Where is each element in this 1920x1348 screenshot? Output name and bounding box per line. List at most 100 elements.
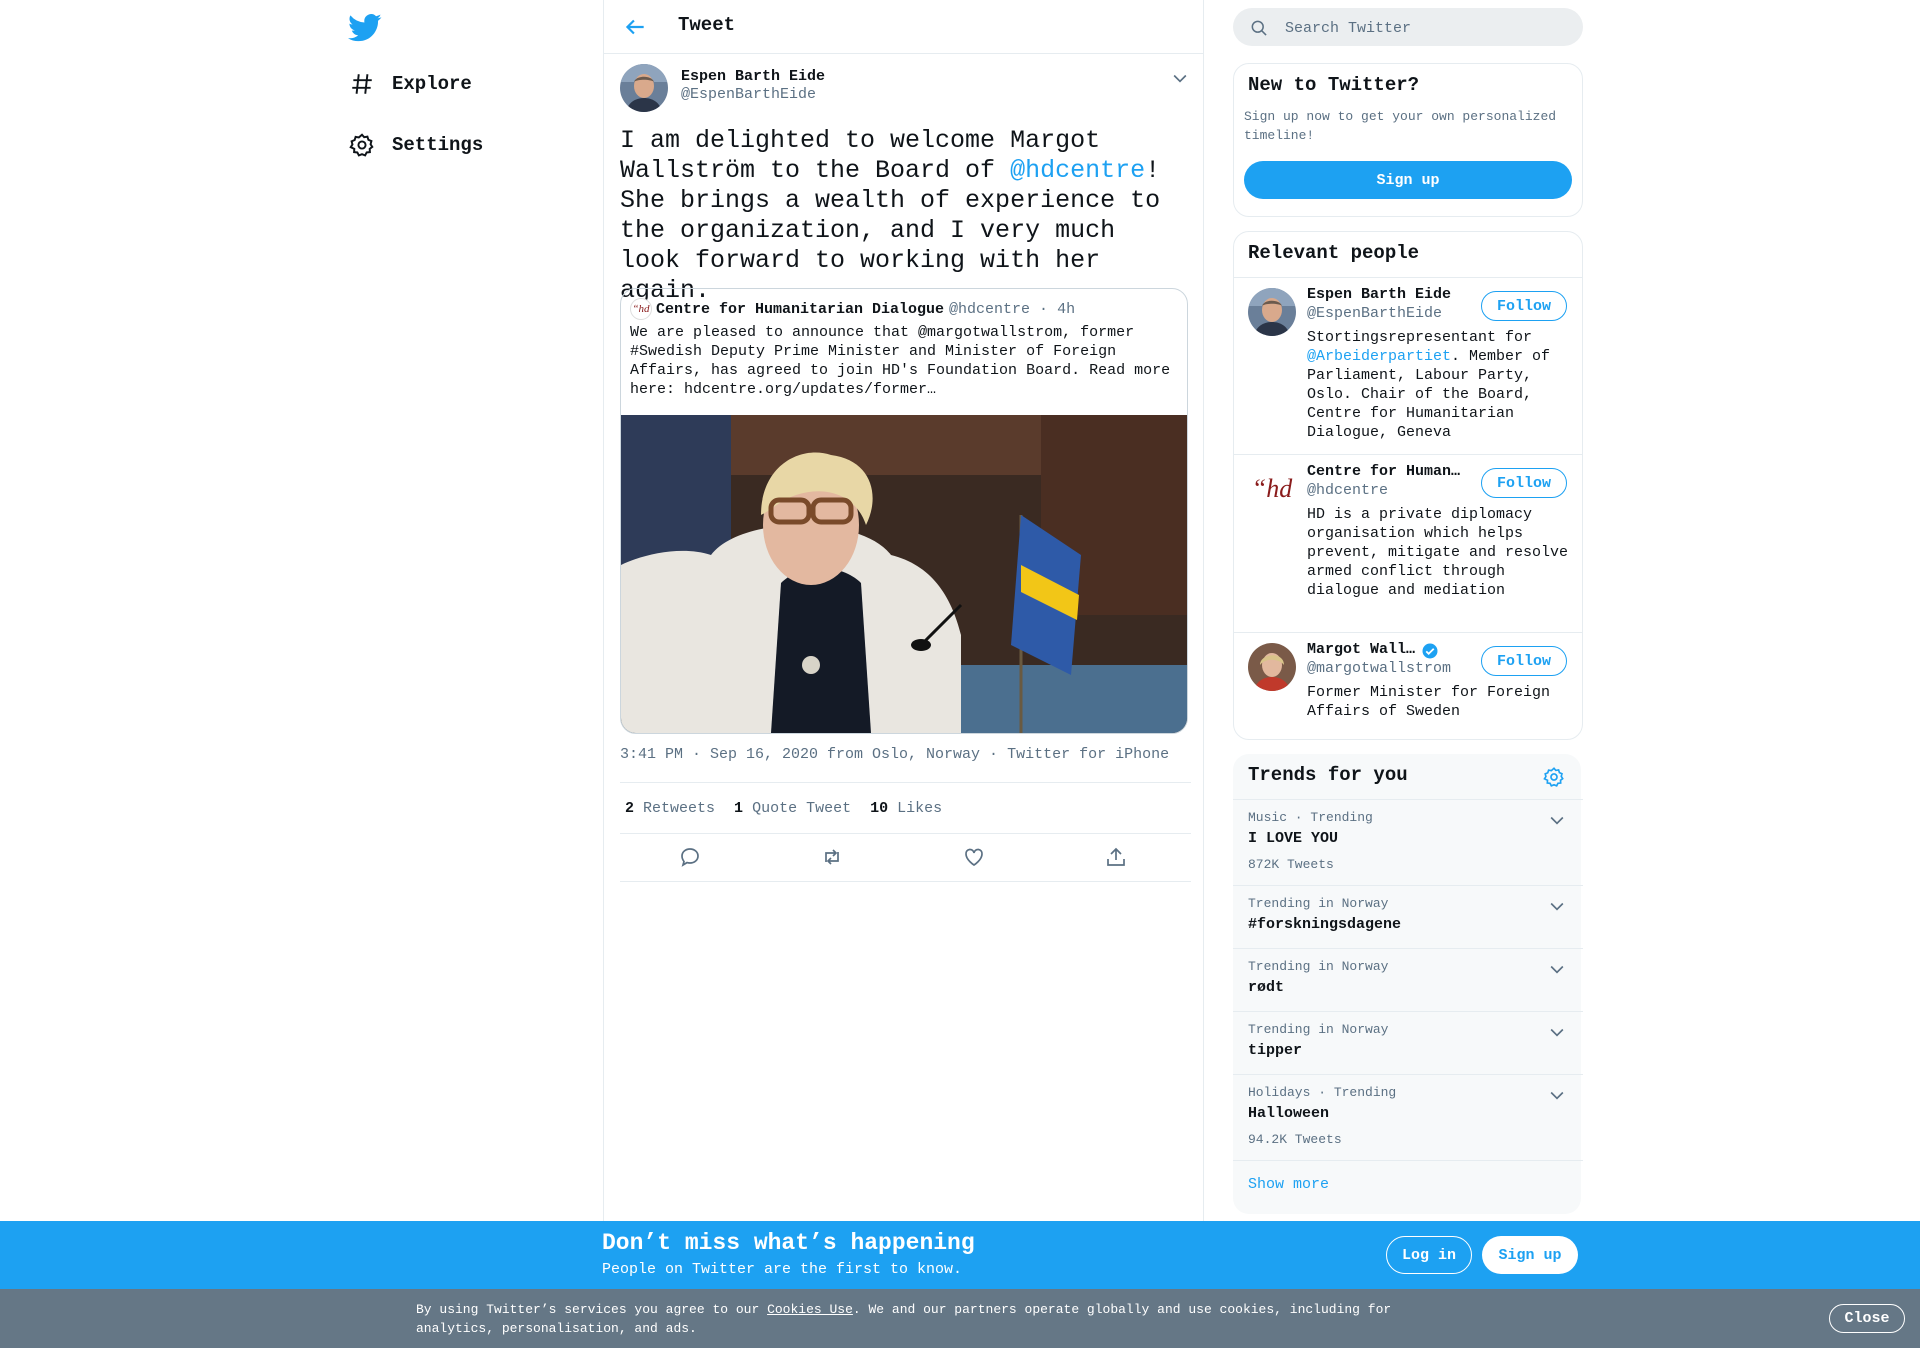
cookie-bar: By using Twitter’s services you agree to…: [0, 1289, 1920, 1348]
quote-handle-time: @hdcentre · 4h: [949, 300, 1076, 318]
trend-name: #forskningsdagene: [1248, 916, 1402, 933]
gear-icon: [348, 131, 376, 159]
quote-author-name: Centre for Humanitarian Dialogue: [656, 300, 945, 318]
follow-button[interactable]: Follow: [1481, 468, 1567, 498]
person-item[interactable]: Espen Barth Eide @EspenBarthEide Follow …: [1234, 277, 1582, 455]
signup-button[interactable]: Sign up: [1482, 1236, 1578, 1274]
tweet-author: Espen Barth Eide @EspenBarthEide: [620, 64, 1190, 114]
tweet-stats: 2 Retweets 1 Quote Tweet 10 Likes: [620, 782, 1191, 834]
likes-count: 10: [870, 799, 889, 817]
column-header: Tweet: [604, 0, 1203, 54]
person-item[interactable]: Margot Wallstr… @margotwallstrom Follow …: [1234, 632, 1582, 739]
trend-count: 94.2K Tweets: [1248, 1132, 1342, 1147]
nav-item-settings[interactable]: Settings: [348, 131, 483, 159]
person-name[interactable]: Margot Wallstr…: [1307, 641, 1419, 658]
chevron-down-icon[interactable]: [1547, 1085, 1567, 1105]
tweet-actions: [620, 833, 1191, 882]
quotes-label: Quote Tweet: [752, 799, 852, 817]
search-box[interactable]: [1233, 8, 1583, 48]
trend-item[interactable]: Holidays · Trending Halloween 94.2K Twee…: [1233, 1074, 1583, 1161]
person-name[interactable]: Centre for Humani…: [1307, 463, 1467, 480]
trend-name: Halloween: [1248, 1105, 1330, 1122]
back-arrow-icon[interactable]: [622, 14, 648, 40]
retweet-icon[interactable]: [820, 845, 844, 869]
show-more-row[interactable]: Show more: [1233, 1160, 1583, 1215]
nav-label: Settings: [392, 134, 484, 156]
show-more-link[interactable]: Show more: [1248, 1176, 1329, 1193]
chevron-down-icon[interactable]: [1170, 68, 1190, 88]
card-title: Relevant people: [1248, 242, 1420, 264]
signup-prompt-bar: Don’t miss what’s happening People on Tw…: [0, 1221, 1920, 1289]
avatar[interactable]: [620, 64, 668, 112]
follow-button[interactable]: Follow: [1481, 646, 1567, 676]
chevron-down-icon[interactable]: [1547, 1022, 1567, 1042]
hd-logo[interactable]: “hd: [1248, 465, 1296, 513]
tweet-meta: 3:41 PM · Sep 16, 2020 from Oslo, Norway…: [620, 746, 1170, 763]
retweets-stat[interactable]: 2 Retweets: [625, 800, 715, 817]
bio-mention-link[interactable]: @Arbeiderpartiet: [1307, 348, 1451, 365]
like-icon[interactable]: [962, 845, 986, 869]
trend-name: rødt: [1248, 979, 1285, 996]
login-button[interactable]: Log in: [1386, 1236, 1472, 1274]
bio-text: Stortingsrepresentant for: [1307, 329, 1533, 346]
trend-item[interactable]: Music · Trending I LOVE YOU 872K Tweets: [1233, 799, 1583, 886]
card-title: New to Twitter?: [1248, 74, 1420, 96]
relevant-people-card: Relevant people Espen Barth Eide @EspenB…: [1233, 231, 1583, 740]
tweet-column: Tweet Espen Barth Eide @EspenBarthEide I…: [603, 0, 1204, 1221]
trend-item[interactable]: Trending in Norway #forskningsdagene: [1233, 885, 1583, 949]
cookie-text: By using Twitter’s services you agree to…: [416, 1300, 1416, 1338]
new-to-twitter-card: New to Twitter? Sign up now to get your …: [1233, 63, 1583, 217]
hd-logo: “hd: [630, 298, 652, 320]
person-bio: Former Minister for Foreign Affairs of S…: [1307, 684, 1551, 720]
author-handle[interactable]: @EspenBarthEide: [681, 86, 816, 103]
nav-label: Explore: [392, 73, 472, 95]
person-handle[interactable]: @hdcentre: [1307, 482, 1388, 499]
trend-item[interactable]: Trending in Norway rødt: [1233, 948, 1583, 1012]
avatar[interactable]: [1248, 288, 1296, 336]
search-input[interactable]: [1283, 8, 1567, 48]
trend-name: I LOVE YOU: [1248, 830, 1339, 847]
reply-icon[interactable]: [678, 845, 702, 869]
person-item[interactable]: “hd Centre for Humani… @hdcentre Follow …: [1234, 454, 1582, 633]
prompt-title: Don’t miss what’s happening: [602, 1230, 975, 1256]
chevron-down-icon[interactable]: [1547, 896, 1567, 916]
close-button[interactable]: Close: [1829, 1304, 1905, 1333]
author-name[interactable]: Espen Barth Eide: [681, 68, 825, 85]
quotes-stat[interactable]: 1 Quote Tweet: [734, 800, 851, 817]
card-subtitle: Sign up now to get your own personalized…: [1244, 109, 1557, 143]
likes-stat[interactable]: 10 Likes: [870, 800, 942, 817]
trend-name: tipper: [1248, 1042, 1303, 1059]
cookies-use-link[interactable]: Cookies Use: [767, 1302, 853, 1317]
trend-item[interactable]: Trending in Norway tipper: [1233, 1011, 1583, 1075]
retweets-label: Retweets: [643, 799, 716, 817]
card-title: Trends for you: [1248, 764, 1408, 786]
trend-count: 872K Tweets: [1248, 857, 1334, 872]
trend-meta: Trending in Norway: [1248, 896, 1389, 911]
avatar[interactable]: [1248, 643, 1296, 691]
mention-link[interactable]: @hdcentre: [1010, 156, 1145, 185]
chevron-down-icon[interactable]: [1547, 810, 1567, 830]
trend-meta: Holidays · Trending: [1248, 1085, 1397, 1100]
quote-text: We are pleased to announce that @margotw…: [630, 324, 1171, 398]
nav-item-explore[interactable]: Explore: [348, 70, 472, 98]
follow-button[interactable]: Follow: [1481, 291, 1567, 321]
gear-icon[interactable]: [1543, 766, 1567, 790]
person-handle[interactable]: @margotwallstrom: [1307, 660, 1451, 677]
chevron-down-icon[interactable]: [1547, 959, 1567, 979]
person-handle[interactable]: @EspenBarthEide: [1307, 305, 1442, 322]
twitter-logo-icon[interactable]: [348, 10, 382, 44]
quote-header: “hd Centre for Humanitarian Dialogue @hd…: [630, 298, 1075, 320]
signup-button[interactable]: Sign up: [1244, 161, 1572, 199]
likes-label: Likes: [897, 799, 943, 817]
trend-meta: Music · Trending: [1248, 810, 1373, 825]
quote-photo[interactable]: [621, 415, 1187, 733]
prompt-subtitle: People on Twitter are the first to know.: [602, 1261, 963, 1278]
quotes-count: 1: [734, 799, 744, 817]
person-bio: HD is a private diplomacy organisation w…: [1307, 506, 1569, 599]
person-bio: Stortingsrepresentant for @Arbeiderparti…: [1307, 328, 1572, 442]
person-name[interactable]: Espen Barth Eide: [1307, 286, 1467, 303]
share-icon[interactable]: [1104, 845, 1128, 869]
search-icon: [1249, 18, 1269, 38]
quoted-tweet[interactable]: “hd Centre for Humanitarian Dialogue @hd…: [620, 288, 1188, 734]
hashtag-icon: [348, 70, 376, 98]
